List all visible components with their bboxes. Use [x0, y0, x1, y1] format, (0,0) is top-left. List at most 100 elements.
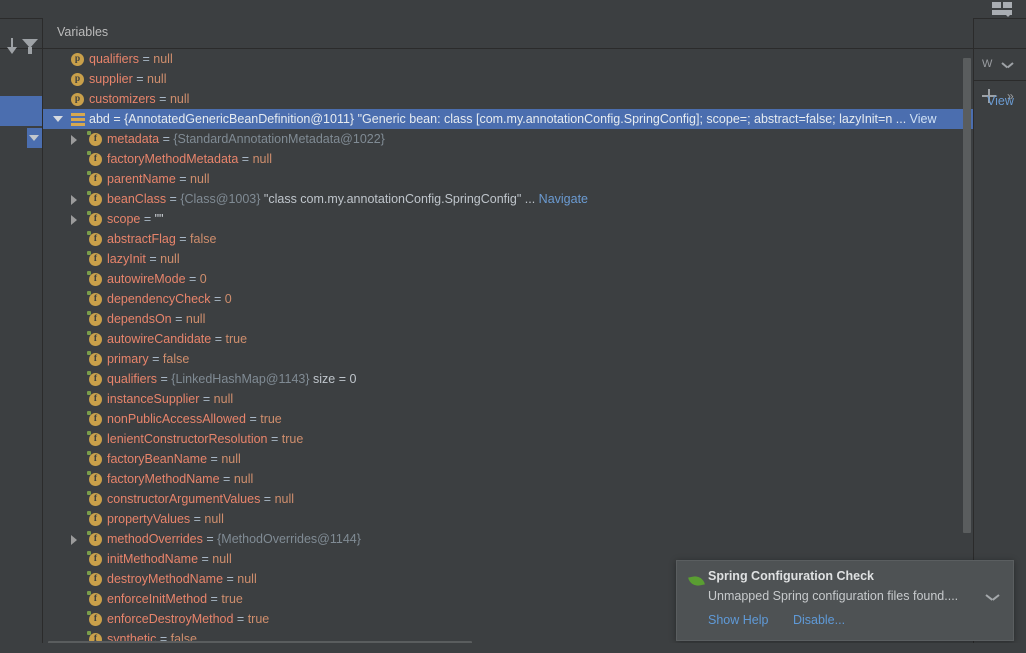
variable-label: parentName = null	[107, 169, 210, 189]
variable-name: constructorArgumentValues	[107, 492, 261, 506]
navigate-link[interactable]: Navigate	[535, 192, 588, 206]
watch-variable-icon[interactable]: W	[982, 58, 992, 70]
variable-equals: =	[199, 392, 214, 406]
variable-equals: =	[219, 472, 234, 486]
variable-value: null	[212, 552, 232, 566]
gutter-selected-row-marker	[27, 128, 42, 148]
variable-row[interactable]: abd = {AnnotatedGenericBeanDefinition@10…	[43, 109, 974, 129]
window-layout-icon[interactable]	[990, 1, 1018, 17]
tree-expand-toggle-closed-icon[interactable]	[71, 195, 77, 205]
variable-equals: =	[139, 52, 154, 66]
field-icon: f	[87, 251, 102, 266]
variable-row[interactable]: f propertyValues = null	[43, 509, 974, 529]
variable-value: false	[162, 352, 190, 366]
variable-row[interactable]: f parentName = null	[43, 169, 974, 189]
variable-row[interactable]: f factoryMethodName = null	[43, 469, 974, 489]
field-icon: f	[87, 571, 102, 586]
variable-row[interactable]: f primary = false	[43, 349, 974, 369]
filter-funnel-icon[interactable]	[22, 39, 40, 56]
chevron-down-icon[interactable]	[986, 594, 999, 602]
variable-row[interactable]: f scope = ""	[43, 209, 974, 229]
field-icon: f	[87, 411, 102, 426]
left-toolbar-gutter	[0, 18, 42, 653]
field-icon: f	[87, 511, 102, 526]
variable-row[interactable]: f beanClass = {Class@1003} "class com.my.…	[43, 189, 974, 209]
tree-expand-toggle-closed-icon[interactable]	[71, 535, 77, 545]
disable-link[interactable]: Disable...	[793, 613, 845, 627]
variable-equals: =	[171, 312, 186, 326]
field-icon: f	[87, 371, 102, 386]
notification-popup[interactable]: Spring Configuration Check Unmapped Spri…	[676, 560, 1014, 641]
variable-name: qualifiers	[89, 52, 140, 66]
variable-row[interactable]: p qualifiers = null	[43, 49, 974, 69]
variable-equals: =	[267, 432, 282, 446]
variable-equals: =	[190, 512, 205, 526]
variable-row[interactable]: f autowireCandidate = true	[43, 329, 974, 349]
field-icon: f	[87, 131, 102, 146]
variable-name: lenientConstructorResolution	[107, 432, 268, 446]
variables-panel: Variables p qualifiers = null p supplier = …	[42, 18, 974, 653]
variable-label: lenientConstructorResolution = true	[107, 429, 303, 449]
variable-value: null	[204, 512, 224, 526]
variable-name: parentName	[107, 172, 176, 186]
variable-row[interactable]: f lazyInit = null	[43, 249, 974, 269]
variable-row[interactable]: f nonPublicAccessAllowed = true	[43, 409, 974, 429]
variable-equals: =	[166, 192, 181, 206]
variable-label: dependsOn = null	[107, 309, 205, 329]
variable-label: supplier = null	[89, 69, 167, 89]
view-link[interactable]: View	[987, 94, 1014, 108]
variable-value: true	[247, 612, 270, 626]
variable-label: destroyMethodName = null	[107, 569, 257, 589]
variable-label: abstractFlag = false	[107, 229, 216, 249]
variable-equals: =	[185, 272, 200, 286]
chevron-down-icon[interactable]	[1002, 62, 1013, 69]
variable-row[interactable]: f dependencyCheck = 0	[43, 289, 974, 309]
variable-row[interactable]: f metadata = {StandardAnnotationMetadata@…	[43, 129, 974, 149]
variable-value: 0	[199, 272, 207, 286]
variable-name: factoryMethodMetadata	[107, 152, 239, 166]
variable-name: customizers	[89, 92, 156, 106]
variable-label: abd = {AnnotatedGenericBeanDefinition@10…	[89, 109, 937, 129]
variable-row[interactable]: f factoryBeanName = null	[43, 449, 974, 469]
page-title: Variables	[57, 25, 109, 39]
variable-equals: =	[211, 332, 226, 346]
variable-equals: =	[207, 592, 222, 606]
variable-label: lazyInit = null	[107, 249, 180, 269]
variable-equals: =	[245, 412, 261, 426]
variable-name: qualifiers	[107, 372, 158, 386]
variable-row[interactable]: f abstractFlag = false	[43, 229, 974, 249]
variable-name: enforceInitMethod	[107, 592, 208, 606]
variable-row[interactable]: f constructorArgumentValues = null	[43, 489, 974, 509]
parameter-icon: p	[71, 73, 84, 86]
field-icon: f	[87, 191, 102, 206]
variable-row[interactable]: p customizers = null	[43, 89, 974, 109]
variable-name: dependsOn	[107, 312, 172, 326]
show-help-link[interactable]: Show Help	[708, 613, 768, 627]
field-icon: f	[87, 211, 102, 226]
notification-title: Spring Configuration Check	[708, 569, 874, 583]
sort-descending-icon[interactable]	[4, 38, 20, 56]
vertical-scrollbar-thumb[interactable]	[963, 58, 971, 533]
notification-message: Unmapped Spring configuration files foun…	[708, 589, 959, 603]
variable-row[interactable]: f factoryMethodMetadata = null	[43, 149, 974, 169]
variable-value: null	[153, 52, 173, 66]
variable-row[interactable]: f qualifiers = {LinkedHashMap@1143} size …	[43, 369, 974, 389]
variable-label: scope = ""	[107, 209, 163, 229]
tree-expand-toggle-open-icon[interactable]	[53, 116, 63, 122]
variable-name: instanceSupplier	[107, 392, 200, 406]
variable-value: true	[260, 412, 282, 426]
variable-row[interactable]: f lenientConstructorResolution = true	[43, 429, 974, 449]
object-stack-icon	[71, 113, 85, 126]
gutter-selection-block	[0, 96, 42, 126]
variable-row[interactable]: f dependsOn = null	[43, 309, 974, 329]
tree-expand-toggle-closed-icon[interactable]	[71, 215, 77, 225]
variable-row[interactable]: f instanceSupplier = null	[43, 389, 974, 409]
variable-label: metadata = {StandardAnnotationMetadata@1…	[107, 129, 385, 149]
variable-row[interactable]: f autowireMode = 0	[43, 269, 974, 289]
variable-row[interactable]: f methodOverrides = {MethodOverrides@1144…	[43, 529, 974, 549]
field-icon: f	[87, 331, 102, 346]
variable-name: enforceDestroyMethod	[107, 612, 234, 626]
tree-expand-toggle-closed-icon[interactable]	[71, 135, 77, 145]
variable-row[interactable]: p supplier = null	[43, 69, 974, 89]
view-link[interactable]: View	[906, 112, 937, 126]
